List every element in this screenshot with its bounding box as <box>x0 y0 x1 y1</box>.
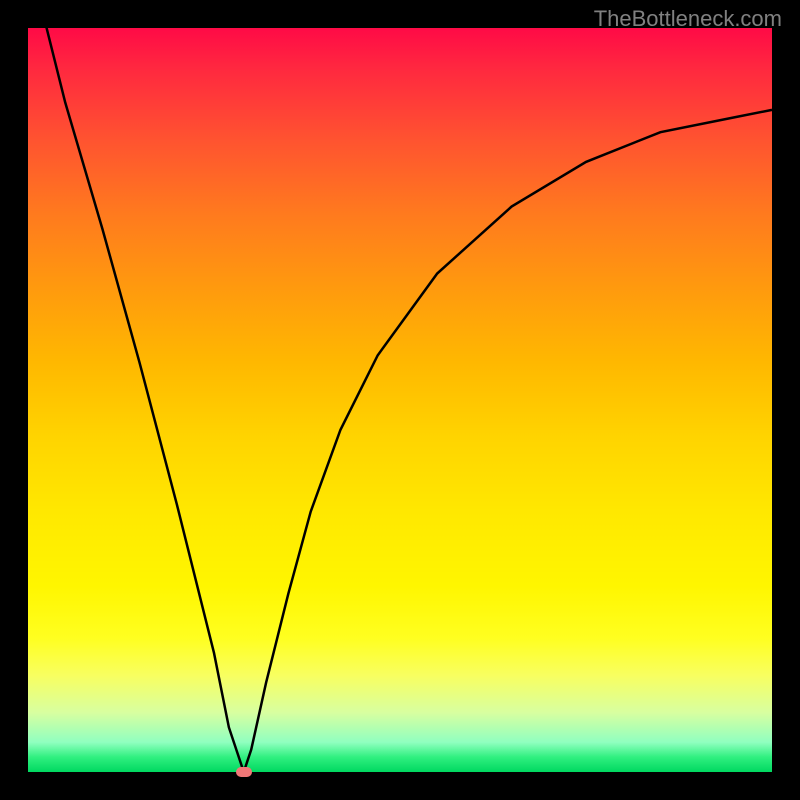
curve-path <box>28 0 772 772</box>
bottleneck-curve <box>28 28 772 772</box>
watermark-text: TheBottleneck.com <box>594 6 782 32</box>
plot-area <box>28 28 772 772</box>
minimum-marker <box>236 767 252 777</box>
